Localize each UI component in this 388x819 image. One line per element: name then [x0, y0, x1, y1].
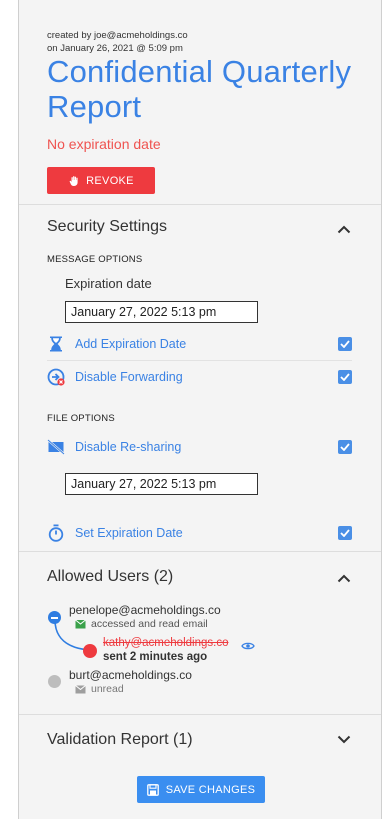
expiry-note: No expiration date [47, 136, 161, 152]
file-expiration-input[interactable]: January 27, 2022 5:13 pm [65, 473, 258, 495]
user-status-dot [48, 675, 61, 688]
section-divider [19, 551, 381, 552]
report-panel: created by joe@acmeholdings.co on Januar… [18, 0, 382, 819]
user-status-text: accessed and read email [91, 618, 208, 630]
security-settings-heading: Security Settings [47, 218, 168, 235]
check-icon [340, 340, 350, 348]
share-off-icon [47, 439, 65, 455]
user-sent-time: sent 2 minutes ago [103, 651, 208, 663]
save-changes-button[interactable]: SAVE CHANGES [137, 776, 265, 803]
message-expiration-value: January 27, 2022 5:13 pm [71, 305, 217, 319]
hand-icon [69, 175, 78, 186]
validation-report-heading[interactable]: Validation Report (1) [47, 731, 193, 749]
disable-resharing-option[interactable]: Disable Re-sharing [47, 434, 352, 460]
disable-forwarding-option[interactable]: Disable Forwarding [47, 364, 352, 390]
chevron-up-icon[interactable] [337, 224, 351, 234]
divider [47, 360, 352, 361]
timer-icon [48, 524, 64, 542]
mail-icon [75, 684, 86, 693]
check-icon [340, 373, 350, 381]
user-status-dot [83, 644, 97, 658]
check-icon [340, 529, 350, 537]
add-expiration-label: Add Expiration Date [75, 337, 187, 351]
revoke-button[interactable]: REVOKE [47, 167, 155, 194]
check-icon [340, 443, 350, 451]
file-options-label: FILE OPTIONS [47, 413, 115, 424]
add-expiration-checkbox[interactable] [338, 337, 352, 351]
user-status-dot [48, 611, 61, 624]
message-options-label: MESSAGE OPTIONS [47, 254, 143, 265]
user-email[interactable]: penelope@acmeholdings.co [69, 603, 221, 617]
chevron-up-icon[interactable] [337, 573, 351, 583]
user-status: unread [75, 683, 124, 695]
mail-open-icon [75, 619, 86, 629]
forward-blocked-icon [47, 368, 65, 386]
section-divider [19, 714, 381, 715]
disable-forwarding-checkbox[interactable] [338, 370, 352, 384]
report-meta: created by joe@acmeholdings.co on Januar… [47, 29, 188, 55]
user-email[interactable]: burt@acmeholdings.co [69, 668, 192, 682]
add-expiration-option[interactable]: Add Expiration Date [47, 331, 352, 357]
eye-icon[interactable] [241, 641, 255, 651]
expiration-date-label: Expiration date [65, 276, 152, 291]
revoke-label: REVOKE [86, 174, 134, 187]
disable-forwarding-label: Disable Forwarding [75, 370, 183, 384]
chevron-down-icon[interactable] [337, 735, 351, 745]
user-status: accessed and read email [75, 618, 208, 630]
file-expiration-value: January 27, 2022 5:13 pm [71, 477, 217, 491]
message-expiration-input[interactable]: January 27, 2022 5:13 pm [65, 301, 258, 323]
page-title: Confidential Quarterly Report [47, 54, 352, 124]
created-by: created by joe@acmeholdings.co [47, 30, 188, 41]
set-expiration-option[interactable]: Set Expiration Date [47, 520, 352, 546]
allowed-users-heading: Allowed Users (2) [47, 568, 174, 585]
set-expiration-label: Set Expiration Date [75, 526, 183, 540]
save-changes-label: SAVE CHANGES [165, 783, 256, 796]
disable-resharing-label: Disable Re-sharing [75, 440, 182, 454]
report-header: created by joe@acmeholdings.co on Januar… [19, 0, 381, 205]
user-status-text: unread [91, 683, 124, 695]
set-expiration-checkbox[interactable] [338, 526, 352, 540]
floppy-disk-icon [146, 783, 159, 796]
hourglass-icon [50, 336, 62, 352]
disable-resharing-checkbox[interactable] [338, 440, 352, 454]
user-email-revoked[interactable]: kathy@acmeholdings.co [103, 637, 228, 649]
